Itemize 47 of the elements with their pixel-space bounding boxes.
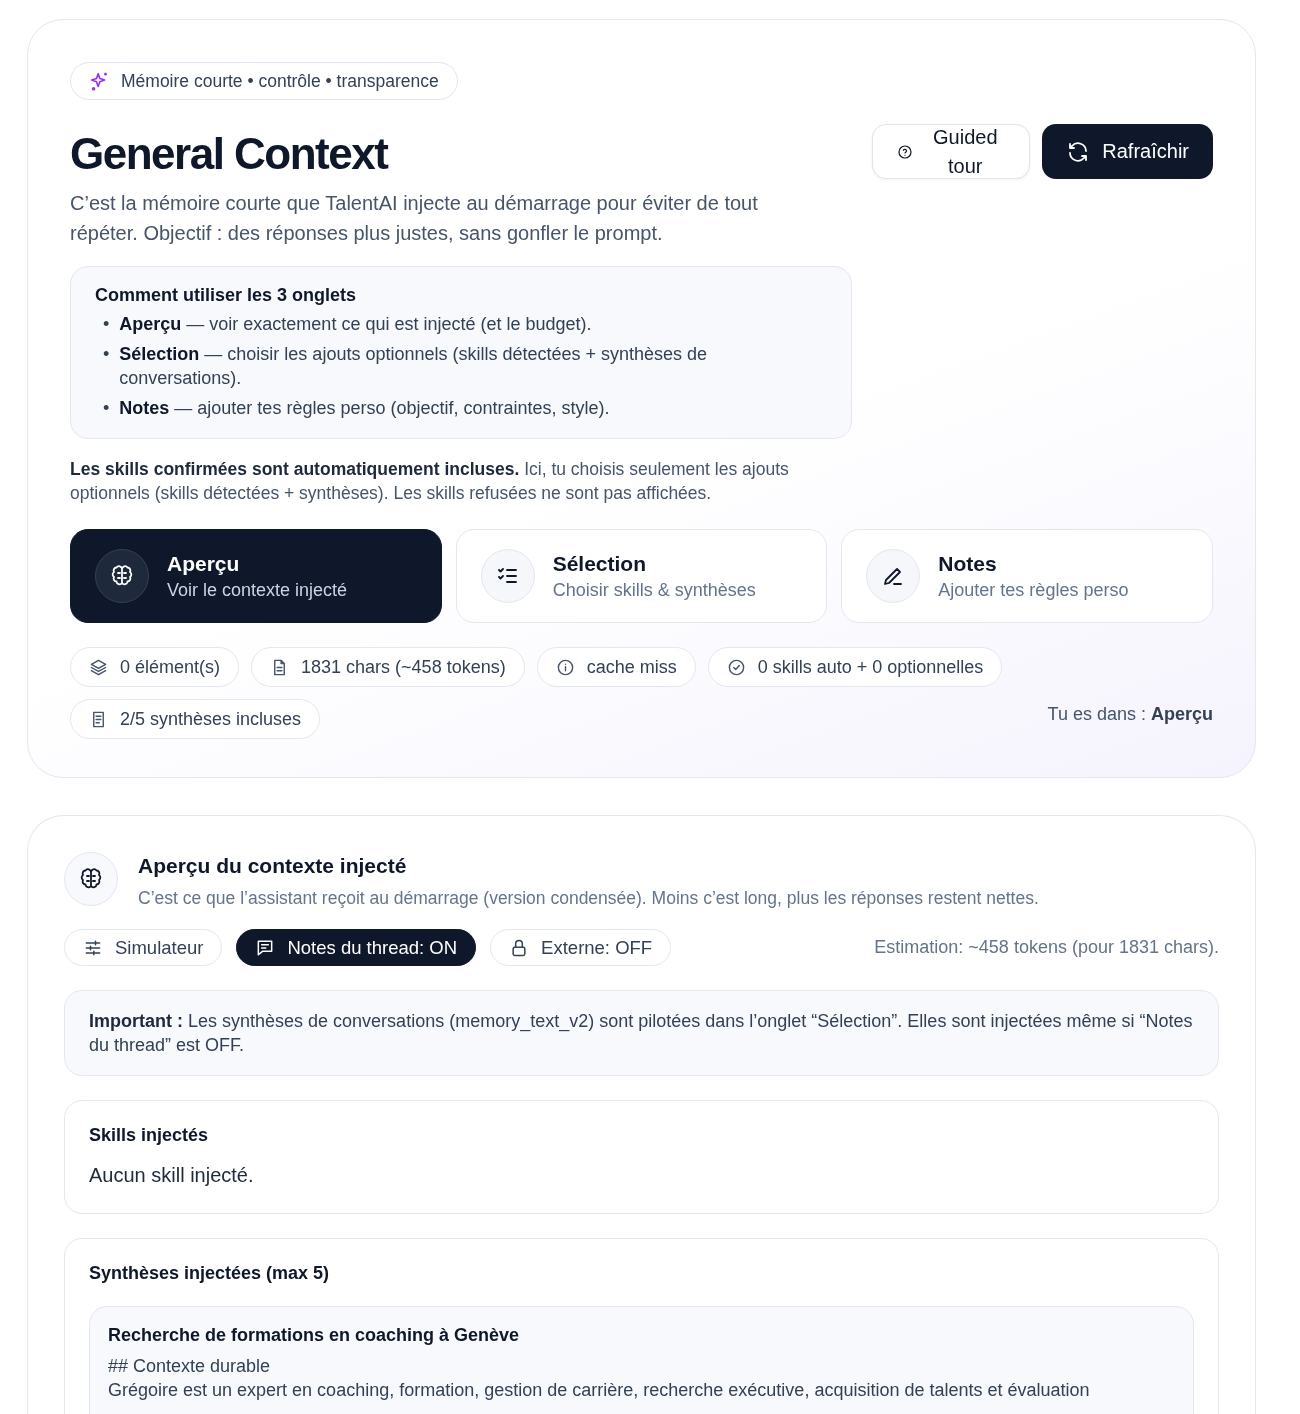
stat-chip: 1831 chars (~458 tokens) [251,647,525,687]
instruction-item: Sélection — choisir les ajouts optionnels (skills détectées + synthèses de conversations). [119,343,709,390]
brain-icon [79,867,103,891]
tab-subtitle: Voir le contexte injecté [167,579,348,601]
section-subtitle: C’est ce que l’assistant reçoit au démarrage (version condensée). Moins c’est long, plus les réponses restent nettes. [138,888,1039,909]
check-circle-icon [726,657,746,677]
tab-subtitle: Choisir skills & synthèses [552,579,756,601]
instruction-item: Notes — ajouter tes règles perso (objectif, contraintes, style). [119,397,610,420]
layers-icon [89,657,108,677]
tab-title: Aperçu [167,551,241,576]
tab[interactable]: Aperçu Voir le contexte injecté [70,529,442,623]
toggle-button[interactable]: Simulateur [64,929,223,966]
current-tab-indicator: Tu es dans : Aperçu [1047,704,1213,726]
toggle-button[interactable]: Notes du thread: ON [236,929,477,966]
stat-chip: 0 skills auto + 0 optionnelles [707,647,1003,687]
instructions-title: Comment utiliser les 3 onglets [95,285,358,306]
tab-title: Notes [938,551,998,576]
guided-tour-button[interactable]: Guided tour [872,124,1031,179]
bullet-mark: • [103,343,110,366]
bullet-mark: • [103,313,110,336]
tagline-badge: Mémoire courte • contrôle • transparence [70,62,458,100]
synthesis-text: Grégoire est un expert en coaching, formation, gestion de carrière, recherche exécutive, acquisition de talents et évaluation [108,1379,1091,1402]
bullet-mark: • [103,397,110,420]
refresh-button[interactable]: Rafraîchir [1042,124,1213,179]
token-estimate: Estimation: ~458 tokens (pour 1831 chars). [874,937,1219,958]
stat-chip: 2/5 synthèses incluses [70,699,321,739]
page-title: General Context [70,130,389,178]
synthesis-text: ## Contexte durable [108,1355,272,1378]
tab-title: Sélection [552,551,648,576]
synthesis-title: Recherche de formations en coaching à Genève [108,1325,521,1346]
stat-chip: cache miss [536,647,696,687]
panel-title: Synthèses injectées (max 5) [89,1263,331,1284]
tab[interactable]: Notes Ajouter tes règles perso [841,529,1213,623]
page-description: C’est la mémoire courte que TalentAI injecte au démarrage pour éviter de tout répéter. Objectif : des réponses plus justes, sans gonfler le prompt. [70,191,759,246]
toggle-button[interactable]: Externe: OFF [490,929,672,966]
panel-title: Skills injectés [89,1125,210,1146]
empty-message: Aucun skill injecté. [89,1164,255,1187]
tab[interactable]: Sélection Choisir skills & synthèses [455,529,828,623]
instruction-item: Aperçu — voir exactement ce qui est injecté (et le budget). [119,313,592,336]
info-note: Les skills confirmées sont automatiquement incluses. Ici, tu choisis seulement les ajouts optionnels (skills détectées + synthèses). Les skills refusées ne sont pas affichées. [70,458,790,505]
help-icon [897,143,914,160]
notice-text: Important : Les synthèses de conversations (memory_text_v2) sont pilotées dans l’onglet “Sélection”. Elles sont injectées même si “Notes du thread” est OFF. [89,1010,1194,1057]
section-title: Aperçu du contexte injecté [138,854,408,878]
brain-icon [110,564,134,588]
stat-chip: 0 élément(s) [70,647,240,687]
info-icon [555,657,575,677]
tab-subtitle: Ajouter tes règles perso [938,579,1129,601]
